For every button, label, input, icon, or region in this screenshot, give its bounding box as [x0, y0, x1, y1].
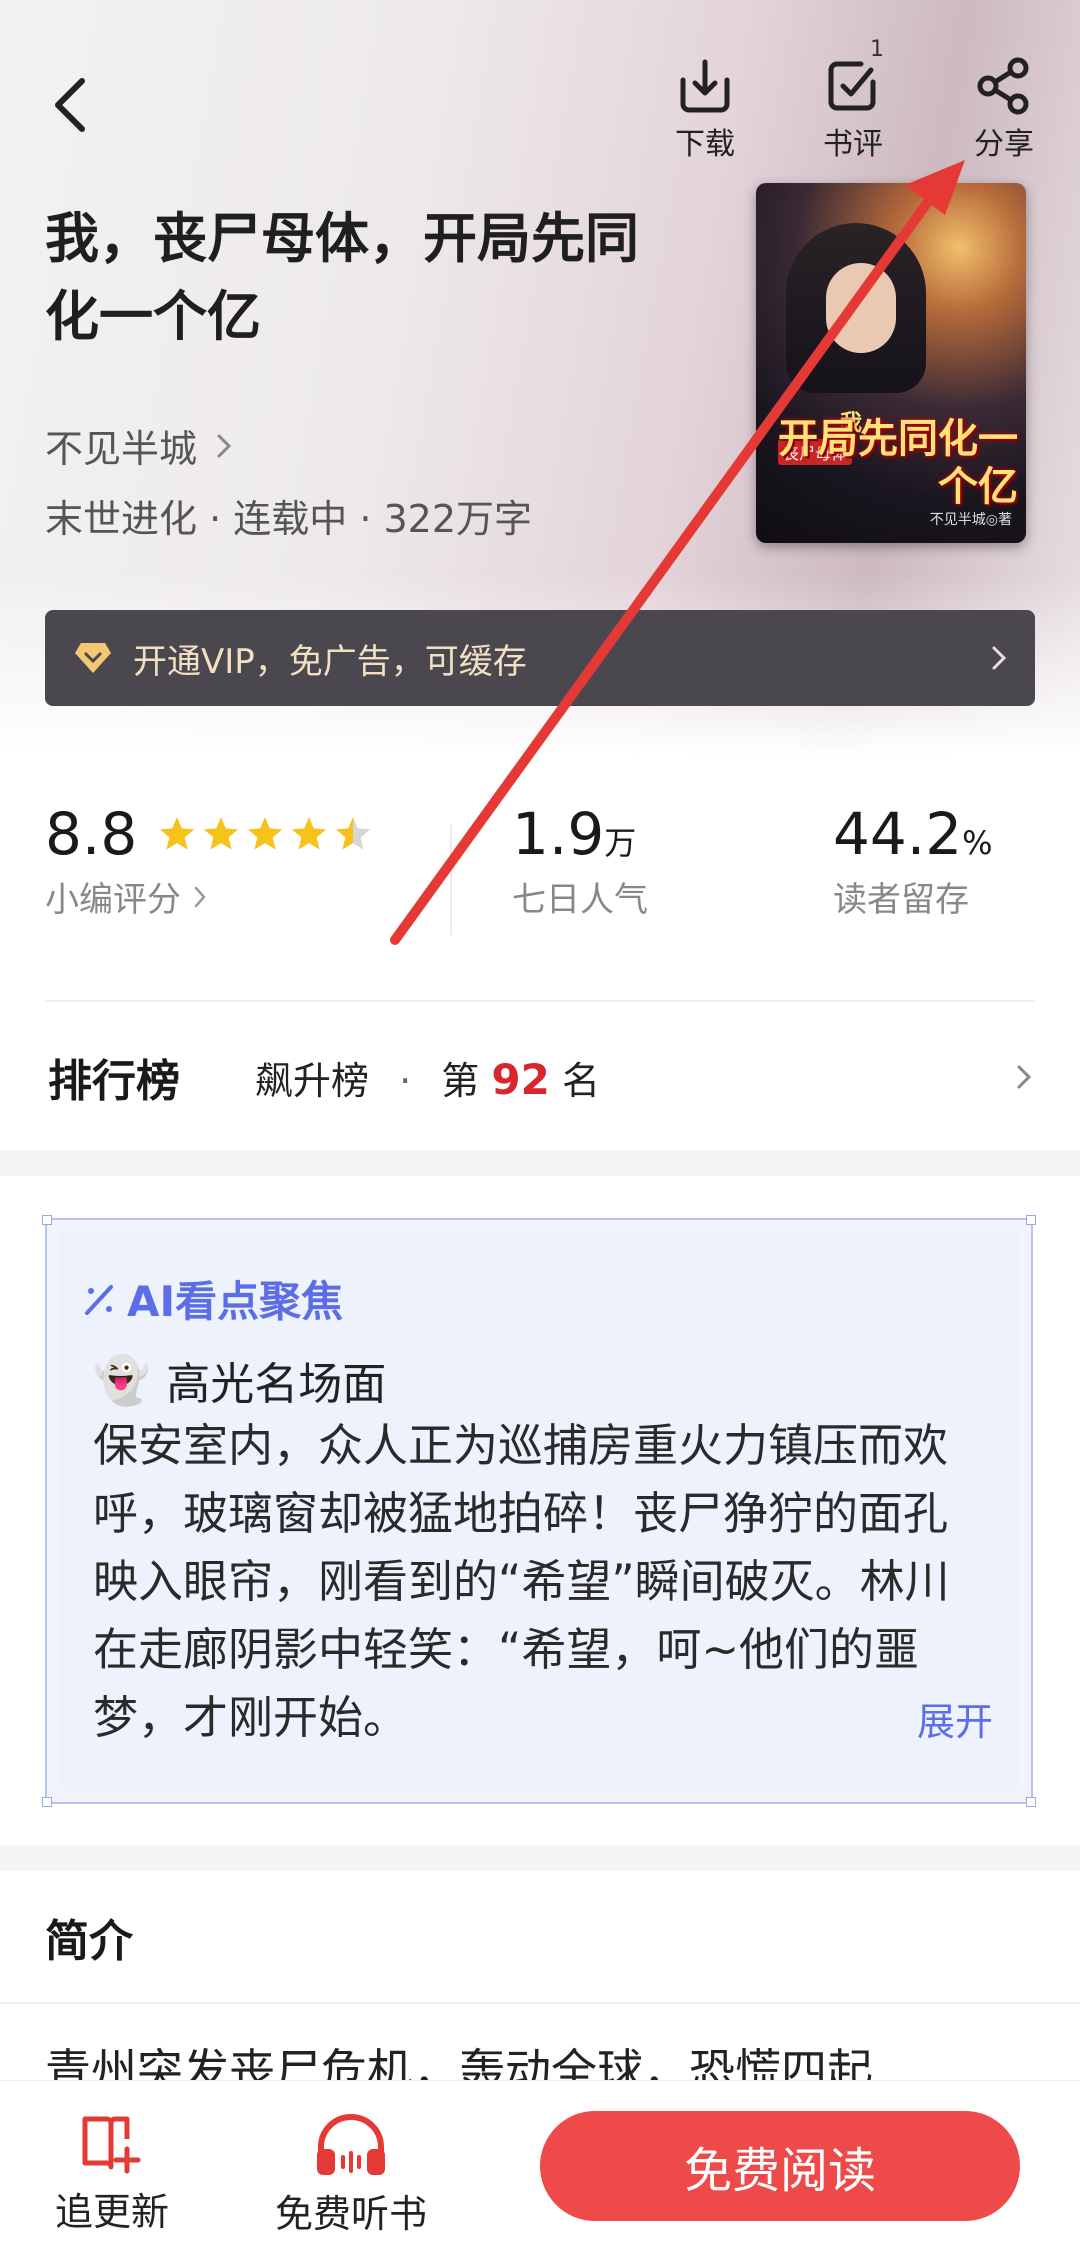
popularity-value: 1.9 [512, 800, 605, 868]
ai-sparkle-icon [85, 1284, 113, 1315]
selection-handle [42, 1797, 52, 1807]
retention-unit: % [962, 824, 993, 862]
author-link[interactable]: 不见半城 [45, 418, 233, 473]
popularity-unit: 万 [604, 824, 637, 862]
bottom-action-bar: 追更新 免费听书 免费阅读 [0, 2080, 1080, 2261]
book-title: 我，丧尸母体，开局先同化一个亿 [45, 207, 639, 348]
ranking-value: 飙升榜 · 第 92 名 [255, 1050, 600, 1105]
ghost-icon: 👻 [93, 1352, 151, 1407]
follow-updates-label: 追更新 [55, 2190, 170, 2234]
review-count-badge: 1 [870, 37, 884, 62]
stat-divider [450, 825, 452, 935]
download-label: 下载 [675, 127, 735, 162]
ai-focus-subtitle: 高光名场面 [166, 1359, 387, 1410]
popularity-stat: 1.9万 七日人气 [512, 800, 648, 921]
share-icon [969, 55, 1039, 117]
rating-label: 小编评分 [45, 880, 181, 920]
ranking-title: 排行榜 [48, 1056, 180, 1107]
download-icon [670, 55, 740, 117]
ai-focus-card[interactable]: AI看点聚焦 👻 高光名场面 保安室内，众人正为巡捕房重火力镇压而欢呼，玻璃窗却… [42, 1215, 1036, 1807]
chevron-right-icon [1017, 1065, 1032, 1089]
book-add-icon [82, 2116, 141, 2174]
divider [0, 2002, 1080, 2004]
star-icon [292, 817, 327, 850]
book-cover[interactable]: 我 丧尸母体 开局先同化一个亿 不见半城◎著 [756, 183, 1026, 543]
star-rating [160, 817, 371, 850]
selection-handle [42, 1215, 52, 1225]
ranking-list-name: 飙升榜 [255, 1059, 370, 1103]
intro-title: 简介 [45, 1916, 133, 1967]
section-gap [0, 1845, 1080, 1871]
retention-value: 44.2 [833, 800, 963, 868]
retention-label: 读者留存 [833, 880, 969, 920]
listen-free-button[interactable]: 免费听书 [275, 2111, 427, 2238]
retention-stat: 44.2% 读者留存 [833, 800, 993, 921]
ai-focus-subheader: 👻 高光名场面 [93, 1348, 386, 1412]
back-button[interactable] [40, 70, 100, 140]
rating-value: 8.8 [45, 800, 138, 868]
ai-focus-body: 保安室内，众人正为巡捕房重火力镇压而欢呼，玻璃窗却被猛地拍碎！丧尸狰狞的面孔映入… [93, 1419, 950, 1744]
ranking-separator: · [399, 1059, 412, 1103]
selection-handle [1026, 1797, 1036, 1807]
follow-updates-button[interactable]: 追更新 [55, 2111, 169, 2236]
edit-review-icon: 1 [818, 37, 888, 117]
ai-focus-title: AI看点聚焦 [127, 1277, 344, 1326]
star-icon [336, 817, 371, 850]
chevron-left-icon [55, 78, 85, 132]
diamond-icon [75, 643, 111, 673]
star-icon [160, 817, 195, 850]
section-gap [0, 1150, 1080, 1176]
vip-banner[interactable]: 开通VIP，免广告，可缓存 [45, 610, 1035, 706]
share-label: 分享 [974, 127, 1034, 162]
cover-figure-face [826, 263, 896, 353]
ai-focus-header: AI看点聚焦 [83, 1268, 343, 1329]
popularity-label: 七日人气 [512, 880, 648, 920]
cover-title: 开局先同化一个亿 [778, 416, 1018, 510]
chevron-right-icon [217, 434, 232, 457]
share-button[interactable]: 分享 [944, 55, 1064, 165]
review-button[interactable]: 1 书评 [793, 37, 913, 165]
selection-handle [1026, 1215, 1036, 1225]
download-button[interactable]: 下载 [645, 55, 765, 165]
book-meta: 末世进化 · 连载中 · 322万字 [45, 497, 533, 541]
expand-button[interactable]: 展开 [917, 1691, 993, 1746]
ranking-number: 92 [491, 1055, 550, 1104]
ranking-suffix: 名 [561, 1059, 600, 1103]
rating-stat[interactable]: 8.8 小编评分 [45, 800, 372, 921]
star-icon [204, 817, 239, 850]
headphones-icon [317, 2114, 385, 2175]
cover-author: 不见半城◎著 [929, 512, 1012, 528]
author-name: 不见半城 [45, 427, 198, 471]
read-free-button[interactable]: 免费阅读 [540, 2111, 1020, 2221]
ranking-prefix: 第 [441, 1059, 480, 1103]
review-label: 书评 [823, 127, 883, 162]
vip-label: 开通VIP，免广告，可缓存 [133, 641, 527, 682]
star-icon [248, 817, 283, 850]
chevron-right-icon [194, 886, 206, 907]
listen-free-label: 免费听书 [275, 2192, 428, 2236]
chevron-right-icon [992, 646, 1007, 670]
